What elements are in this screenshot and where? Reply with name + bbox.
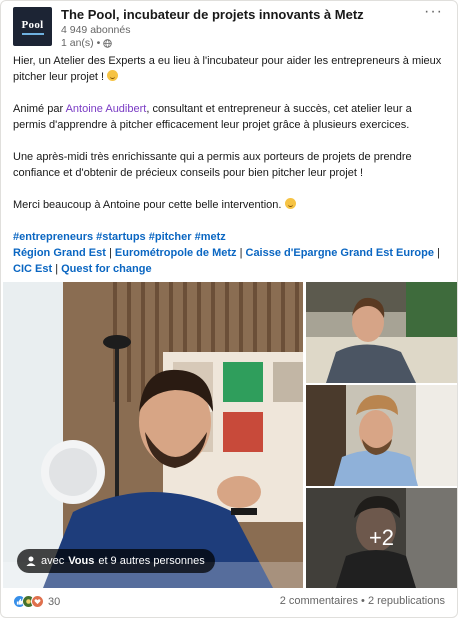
- side-photo-1[interactable]: [306, 282, 457, 383]
- photo-gallery: avec Vous et 9 autres personnes +2: [1, 282, 457, 588]
- tag-cic-est[interactable]: CIC Est: [13, 263, 52, 275]
- tag-separator: |: [55, 263, 59, 275]
- tags-line: Région Grand Est | Eurométropole de Metz…: [13, 245, 445, 277]
- logo-underline: [21, 32, 44, 35]
- reactions-summary[interactable]: 30: [13, 595, 60, 608]
- paragraph-4-text: Merci beaucoup à Antoine pour cette bell…: [13, 199, 282, 211]
- side-photo-1-illustration: [306, 282, 457, 383]
- hashtag-metz[interactable]: #metz: [195, 231, 226, 243]
- reaction-count: 30: [48, 595, 61, 608]
- paragraph-1: Hier, un Atelier des Experts a eu lieu à…: [13, 53, 445, 85]
- tag-separator: |: [108, 247, 112, 259]
- post-header: Pool The Pool, incubateur de projets inn…: [13, 3, 449, 51]
- tagged-you: Vous: [68, 555, 95, 567]
- smile-emoji-icon: [107, 70, 119, 81]
- smile-emoji-icon: [284, 198, 296, 209]
- tagged-people-badge[interactable]: avec Vous et 9 autres personnes: [17, 549, 215, 573]
- tagged-prefix: avec: [41, 555, 65, 567]
- author-name[interactable]: The Pool, incubateur de projets innovant…: [61, 7, 364, 22]
- follower-count: 4 949 abonnés: [61, 24, 131, 36]
- post-body: Hier, un Atelier des Experts a eu lieu à…: [13, 53, 445, 277]
- hashtags-line: #entrepreneurs #startups #pitcher #metz: [13, 229, 445, 245]
- paragraph-2: Animé par Antoine Audibert, consultant e…: [13, 101, 445, 133]
- social-footer: 30 2 commentaires • 2 republications: [13, 593, 445, 611]
- stats-dot: •: [357, 595, 368, 607]
- post-time: 1 an(s) •: [61, 37, 113, 49]
- more-photos-count[interactable]: +2: [306, 488, 457, 588]
- paragraph-3: Une après-midi très enrichissante qui a …: [13, 151, 412, 179]
- mention-antoine-audibert[interactable]: Antoine Audibert: [66, 103, 147, 115]
- logo-text: Pool: [21, 18, 44, 31]
- globe-icon: [103, 38, 113, 48]
- side-photo-3[interactable]: +2: [306, 488, 457, 588]
- tag-eurometropole-de-metz[interactable]: Eurométropole de Metz: [115, 247, 237, 259]
- side-photo-2[interactable]: [306, 385, 457, 486]
- tag-quest-for-change[interactable]: Quest for change: [61, 263, 151, 275]
- side-photo-2-illustration: [306, 385, 457, 486]
- main-photo-illustration: [3, 282, 303, 588]
- tag-caisse-epargne[interactable]: Caisse d'Epargne Grand Est Europe: [246, 247, 434, 259]
- engagement-stats: 2 commentaires • 2 republications: [280, 595, 445, 607]
- comments-link[interactable]: 2 commentaires: [280, 595, 358, 607]
- person-icon: [26, 556, 36, 566]
- paragraph-4: Merci beaucoup à Antoine pour cette bell…: [13, 197, 445, 213]
- paragraph-1-text: Hier, un Atelier des Experts a eu lieu à…: [13, 55, 442, 83]
- tagged-suffix: et 9 autres personnes: [98, 555, 205, 567]
- tag-region-grand-est[interactable]: Région Grand Est: [13, 247, 106, 259]
- post-card: Pool The Pool, incubateur de projets inn…: [0, 0, 458, 618]
- time-text: 1 an(s) •: [61, 37, 101, 49]
- hashtag-pitcher[interactable]: #pitcher: [149, 231, 192, 243]
- main-photo[interactable]: avec Vous et 9 autres personnes: [3, 282, 303, 588]
- tag-separator: |: [437, 247, 440, 259]
- hashtag-startups[interactable]: #startups: [96, 231, 146, 243]
- paragraph-2-prefix: Animé par: [13, 103, 66, 115]
- company-logo[interactable]: Pool: [13, 7, 52, 46]
- tag-separator: |: [239, 247, 243, 259]
- love-reaction-icon: [31, 595, 44, 608]
- more-options-icon[interactable]: ···: [424, 3, 443, 21]
- reposts-link[interactable]: 2 republications: [368, 595, 445, 607]
- hashtag-entrepreneurs[interactable]: #entrepreneurs: [13, 231, 93, 243]
